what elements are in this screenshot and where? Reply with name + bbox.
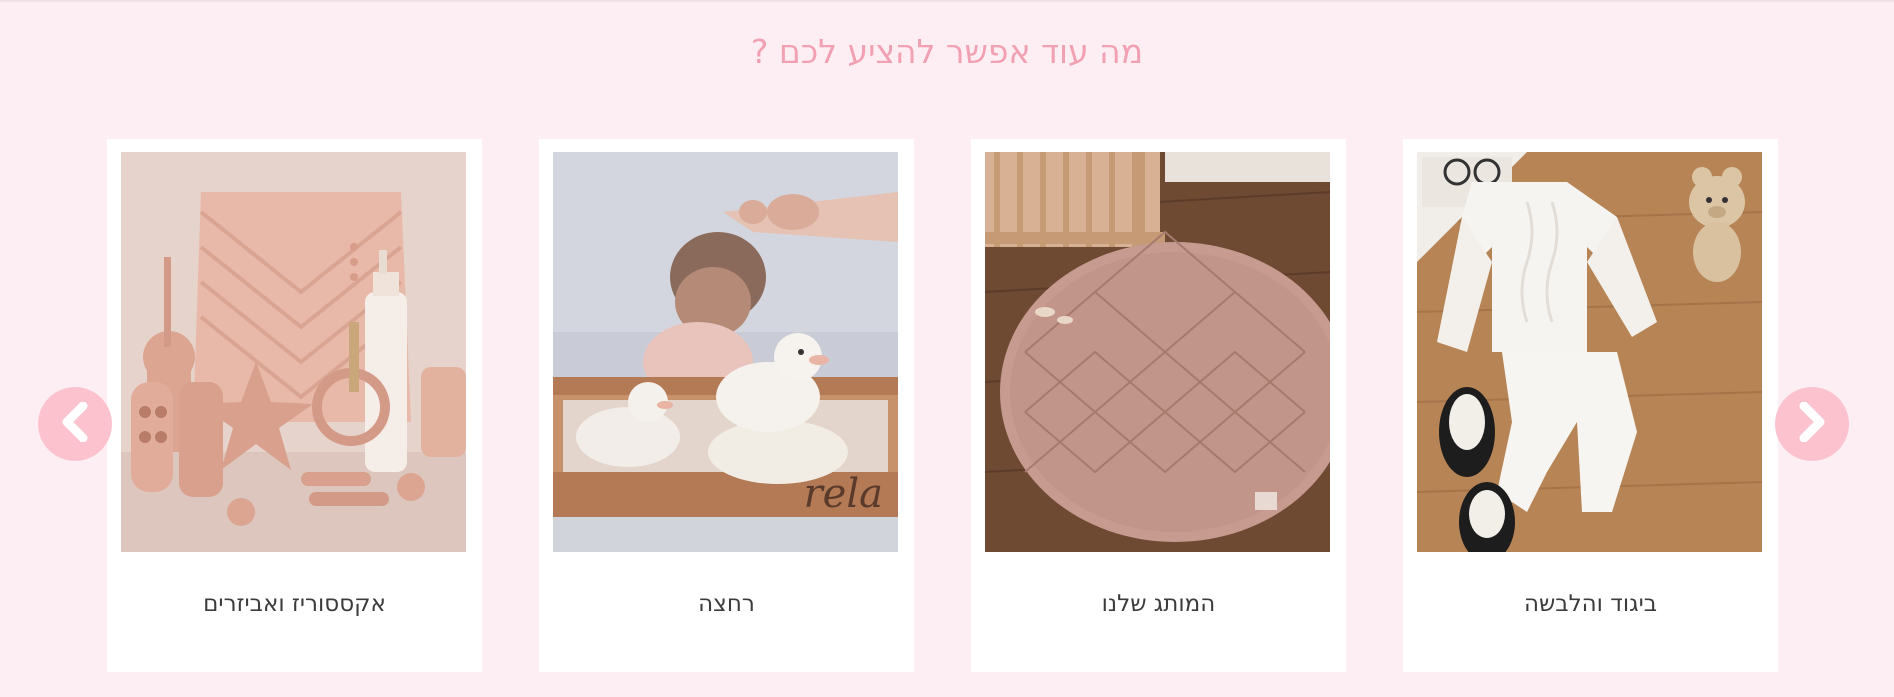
chevron-right-icon [1796, 401, 1828, 447]
top-divider [0, 0, 1894, 3]
category-card-bath[interactable]: rela רחצה [539, 139, 914, 672]
chevron-left-icon [59, 401, 91, 447]
category-label-our-brand[interactable]: המותג שלנו [971, 591, 1346, 617]
category-card-our-brand[interactable]: המותג שלנו [971, 139, 1346, 672]
category-carousel: אקססוריז ואביזרים rela רחצה המותג שלנו ב… [107, 139, 1778, 672]
category-label-clothing[interactable]: ביגוד והלבשה [1403, 591, 1778, 617]
carousel-next-button[interactable] [1775, 387, 1849, 461]
category-image-accessories[interactable] [121, 152, 466, 552]
category-image-clothing[interactable] [1417, 152, 1762, 552]
section-title: מה עוד אפשר להציע לכם ? [750, 32, 1144, 71]
carousel-prev-button[interactable] [38, 387, 112, 461]
category-image-bath[interactable]: rela [553, 152, 898, 552]
category-card-clothing[interactable]: ביגוד והלבשה [1403, 139, 1778, 672]
category-image-our-brand[interactable] [985, 152, 1330, 552]
category-label-bath[interactable]: רחצה [539, 591, 914, 617]
category-label-accessories[interactable]: אקססוריז ואביזרים [107, 591, 482, 617]
category-card-accessories[interactable]: אקססוריז ואביזרים [107, 139, 482, 672]
